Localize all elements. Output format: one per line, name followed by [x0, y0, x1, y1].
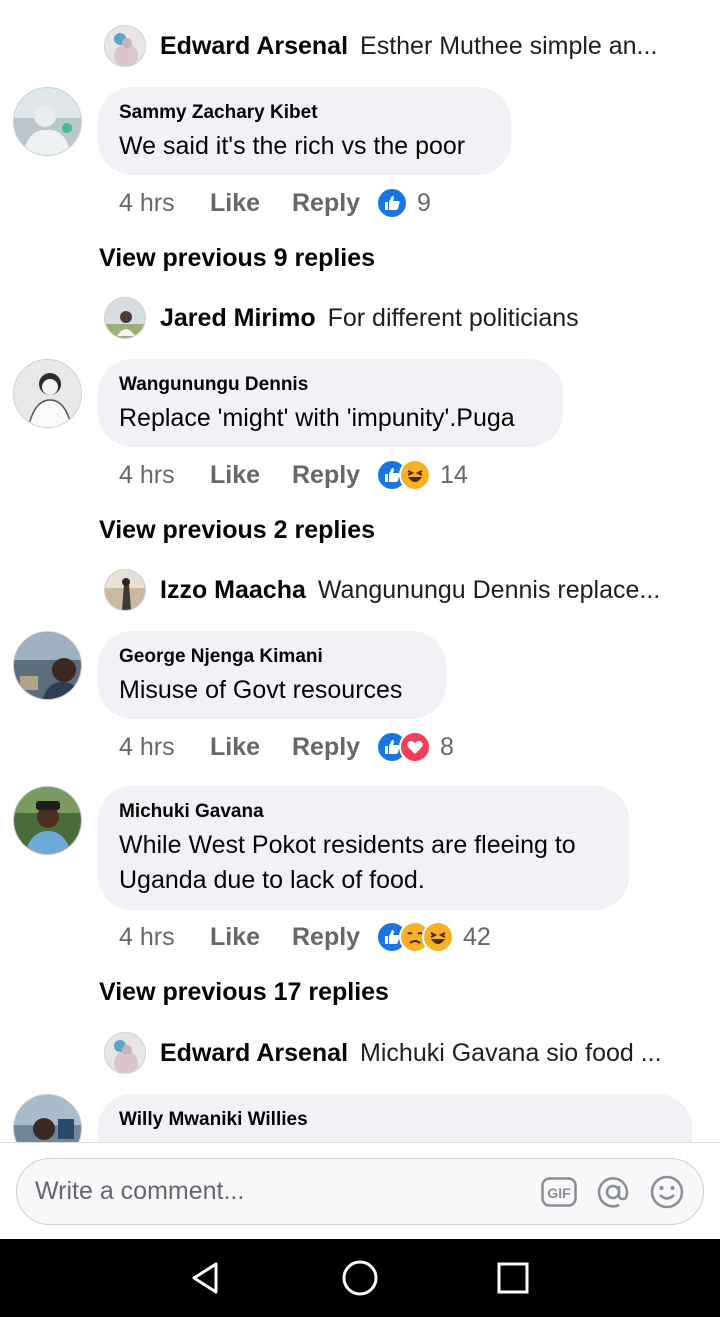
like-icon [376, 187, 408, 219]
comment-composer-bar: Write a comment... GIF [0, 1142, 720, 1239]
comment-input-placeholder: Write a comment... [35, 1177, 245, 1205]
haha-icon [399, 459, 431, 491]
recents-icon[interactable] [493, 1258, 533, 1298]
reaction-summary[interactable]: 14 [376, 459, 468, 491]
comment-text: We said it's the rich vs the poor [119, 132, 466, 160]
reply-text: For different politicians [327, 303, 579, 332]
reaction-summary[interactable]: 9 [376, 187, 431, 219]
reply-button[interactable]: Reply [292, 923, 376, 952]
reply-author-name[interactable]: Jared Mirimo [160, 304, 316, 333]
comment-text: Replace 'might' with 'impunity'.Puga [119, 404, 515, 432]
comment-actions: 4 hrs Like Reply 8 [119, 729, 454, 765]
comment-author-name[interactable]: Wangunungu Dennis [119, 374, 541, 396]
comment-author-name[interactable]: George Njenga Kimani [119, 646, 424, 668]
avatar[interactable] [13, 786, 82, 855]
comment-timestamp[interactable]: 4 hrs [119, 189, 210, 218]
reaction-count: 14 [440, 460, 468, 489]
svg-text:GIF: GIF [547, 1185, 571, 1201]
comment-author-name[interactable]: Sammy Zachary Kibet [119, 102, 489, 124]
reply-author-name[interactable]: Izzo Maacha [160, 576, 306, 605]
reply-preview[interactable]: Edward Arsenal Michuki Gavana sio food .… [104, 1031, 704, 1075]
reply-preview[interactable]: Edward Arsenal Esther Muthee simple an..… [104, 24, 704, 68]
view-previous-replies-link[interactable]: View previous 9 replies [99, 240, 375, 276]
reply-button[interactable]: Reply [292, 461, 376, 490]
comment-timestamp[interactable]: 4 hrs [119, 733, 210, 762]
reply-text: Michuki Gavana sio food ... [360, 1038, 662, 1067]
reply-button[interactable]: Reply [292, 189, 376, 218]
haha-icon [422, 921, 454, 953]
avatar[interactable] [13, 1094, 82, 1142]
comment-bubble[interactable]: Willy Mwaniki Willies [98, 1094, 692, 1142]
reaction-count: 8 [440, 732, 454, 761]
reaction-count: 42 [463, 922, 491, 951]
avatar[interactable] [104, 25, 146, 67]
comment-text-line-1: While West Pokot residents are fleeing t… [119, 831, 576, 859]
reply-text: Esther Muthee simple an... [360, 31, 658, 60]
reaction-summary[interactable]: 8 [376, 731, 454, 763]
comment-bubble[interactable]: Sammy Zachary Kibet We said it's the ric… [98, 87, 511, 175]
at-icon[interactable] [595, 1174, 631, 1210]
comment-author-name[interactable]: Willy Mwaniki Willies [119, 1109, 670, 1131]
reply-preview[interactable]: Izzo Maacha Wangunungu Dennis replace... [104, 568, 704, 612]
home-icon[interactable] [340, 1258, 380, 1298]
avatar[interactable] [13, 359, 82, 428]
avatar[interactable] [104, 1032, 146, 1074]
comment-actions: 4 hrs Like Reply 14 [119, 457, 468, 493]
comment-text-line-2: Uganda due to lack of food. [119, 866, 425, 894]
avatar[interactable] [104, 569, 146, 611]
comment-input[interactable]: Write a comment... GIF [16, 1158, 704, 1225]
comment-timestamp[interactable]: 4 hrs [119, 461, 210, 490]
comment-bubble[interactable]: Michuki Gavana While West Pokot resident… [98, 786, 629, 910]
comment-text: Misuse of Govt resources [119, 676, 403, 704]
reply-text: Wangunungu Dennis replace... [317, 575, 661, 604]
reply-author-name[interactable]: Edward Arsenal [160, 1039, 348, 1068]
comment-bubble[interactable]: Wangunungu Dennis Replace 'might' with '… [98, 359, 563, 447]
like-button[interactable]: Like [210, 189, 292, 218]
view-previous-replies-link[interactable]: View previous 2 replies [99, 512, 375, 548]
avatar[interactable] [13, 631, 82, 700]
avatar[interactable] [13, 87, 82, 156]
back-icon[interactable] [186, 1258, 226, 1298]
reply-preview[interactable]: Jared Mirimo For different politicians [104, 296, 704, 340]
like-button[interactable]: Like [210, 733, 292, 762]
comment-actions: 4 hrs Like Reply 9 [119, 185, 431, 221]
reply-button[interactable]: Reply [292, 733, 376, 762]
comment-actions: 4 hrs Like Reply 42 [119, 919, 491, 955]
reply-author-name[interactable]: Edward Arsenal [160, 32, 348, 61]
love-icon [399, 731, 431, 763]
like-button[interactable]: Like [210, 461, 292, 490]
comment-bubble[interactable]: George Njenga Kimani Misuse of Govt reso… [98, 631, 446, 719]
avatar[interactable] [104, 297, 146, 339]
android-navigation-bar [0, 1239, 720, 1317]
emoji-icon[interactable] [649, 1174, 685, 1210]
comments-feed[interactable]: Edward Arsenal Esther Muthee simple an..… [0, 0, 720, 1142]
comment-author-name[interactable]: Michuki Gavana [119, 801, 607, 823]
reaction-count: 9 [417, 188, 431, 217]
reaction-summary[interactable]: 42 [376, 921, 491, 953]
comment-timestamp[interactable]: 4 hrs [119, 923, 210, 952]
like-button[interactable]: Like [210, 923, 292, 952]
view-previous-replies-link[interactable]: View previous 17 replies [99, 974, 389, 1010]
gif-icon[interactable]: GIF [541, 1174, 577, 1210]
